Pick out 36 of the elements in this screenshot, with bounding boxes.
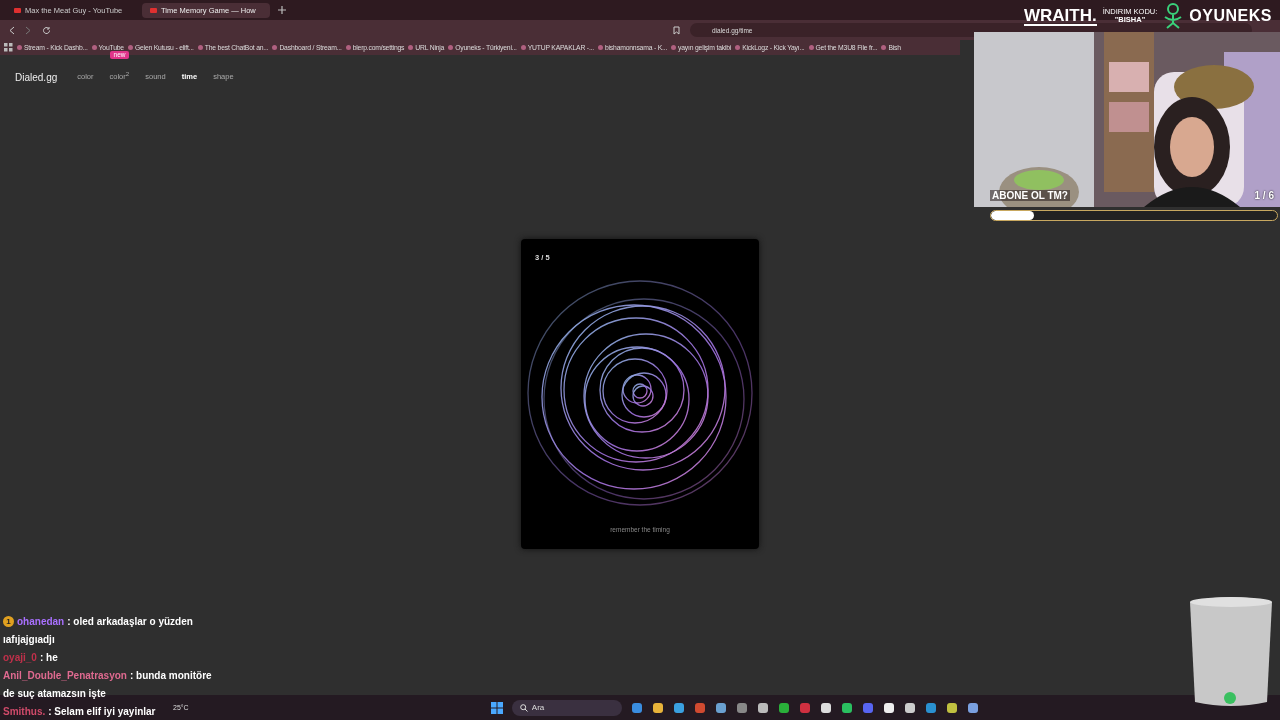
chat-username: oyaji_0	[3, 652, 37, 663]
chat-username: ohanedan	[17, 616, 65, 627]
brand-logo: OYUNEKS	[1189, 7, 1272, 25]
bookmark-icon[interactable]	[673, 25, 680, 35]
chat-message: : he	[39, 652, 58, 663]
app-icon[interactable]	[840, 701, 853, 714]
chat-message: ıafıjajgıadjı	[3, 634, 55, 645]
sponsor-logo: WRAITH.	[1024, 6, 1097, 26]
app-icon[interactable]	[756, 701, 769, 714]
chat-message: : oled arkadaşlar o yüzden	[67, 616, 193, 627]
reload-icon[interactable]	[42, 25, 51, 35]
chat-message: : Selam elif iyi yayinlar	[48, 706, 156, 717]
start-icon[interactable]	[490, 701, 503, 714]
poll-count: 1 / 6	[1254, 190, 1274, 201]
app-icon[interactable]	[966, 701, 979, 714]
chat-message: de suç atamazsın işte	[3, 688, 106, 699]
app-icon[interactable]	[819, 701, 832, 714]
chat-badge: 1	[3, 616, 14, 627]
app-icon[interactable]	[945, 701, 958, 714]
figure-logo-icon	[1163, 3, 1184, 29]
app-icon[interactable]	[672, 701, 685, 714]
apps-icon[interactable]	[4, 43, 13, 52]
app-icon[interactable]	[777, 701, 790, 714]
new-tab-icon[interactable]	[278, 6, 286, 14]
forward-icon[interactable]	[25, 25, 32, 35]
app-icon[interactable]	[903, 701, 916, 714]
app-icon[interactable]	[651, 701, 664, 714]
chat-username: Anil_Double_Penatrasyon	[3, 670, 127, 681]
site-logo[interactable]: Dialed.gg	[15, 72, 58, 83]
taskbar-search[interactable]: Ara	[511, 699, 622, 716]
chat-message: : bunda monitöre	[129, 670, 212, 681]
chat-username: Smithus.	[3, 706, 46, 717]
poll-question: ABONE OL TM?	[990, 190, 1070, 201]
app-icon[interactable]	[714, 701, 727, 714]
back-icon[interactable]	[8, 25, 15, 35]
app-icon[interactable]	[882, 701, 895, 714]
